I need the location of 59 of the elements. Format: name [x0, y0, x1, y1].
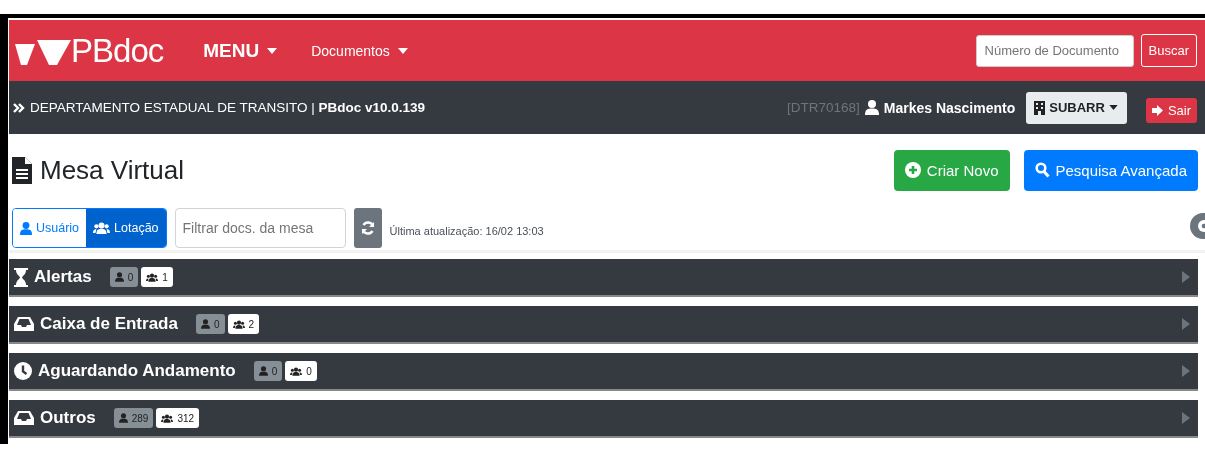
inbox-icon [14, 317, 34, 331]
menu-dropdown[interactable]: MENU [203, 39, 278, 62]
advanced-search-button[interactable]: Pesquisa Avançada [1023, 149, 1198, 191]
section-title: Caixa de Entrada [40, 314, 178, 334]
section-header[interactable]: Caixa de Entrada 0 2 [9, 306, 1198, 344]
user-icon [118, 413, 128, 423]
user-icon [258, 366, 268, 376]
section-header[interactable]: Alertas 0 1 [9, 259, 1198, 297]
user-count-badge: 289 [113, 408, 154, 428]
section-title: Alertas [34, 267, 92, 287]
unit-count-badge: 2 [227, 314, 260, 334]
users-icon [161, 413, 174, 423]
section-header[interactable]: Outros 289 312 [9, 400, 1198, 438]
settings-icon[interactable] [1190, 213, 1205, 239]
search-button[interactable]: Buscar [1140, 34, 1197, 67]
document-icon [12, 156, 32, 184]
clock-icon [14, 362, 32, 380]
caret-icon [1108, 105, 1118, 110]
breadcrumb-text: DEPARTAMENTO ESTADUAL DE TRANSITO | PBdoc v10.0.139 [30, 100, 426, 115]
document-number-field[interactable]: Número de Documento [975, 34, 1134, 67]
filter-field[interactable]: Filtrar docs. da mesa [174, 208, 346, 248]
user-icon [200, 319, 210, 329]
section-title: Aguardando Andamento [38, 361, 236, 381]
users-icon [146, 272, 159, 282]
unit-count-badge: 312 [156, 408, 200, 428]
search-icon [1034, 162, 1050, 178]
page-title: Mesa Virtual [40, 154, 185, 186]
refresh-icon [360, 221, 375, 235]
refresh-button[interactable] [353, 208, 382, 248]
menu-dropdown[interactable]: Documentos [311, 42, 408, 59]
inbox-icon [14, 411, 34, 425]
section-title: Outros [40, 408, 96, 428]
unit-count-badge: 0 [285, 361, 317, 381]
building-icon [1034, 100, 1046, 115]
user-count-badge: 0 [195, 314, 225, 334]
unit-toggle[interactable]: Lotação [86, 209, 166, 247]
caret-icon [397, 47, 408, 54]
unit-count-badge: 1 [141, 267, 173, 287]
user-code: [DTR70168] [786, 100, 860, 115]
user-icon [114, 272, 124, 282]
section-header[interactable]: Aguardando Andamento 0 0 [9, 353, 1198, 391]
logo-text: PBdoc [71, 31, 164, 70]
plus-circle-icon [904, 162, 921, 178]
hourglass-icon [14, 267, 28, 287]
user-count-badge: 0 [253, 361, 283, 381]
user-count-badge: 0 [109, 267, 139, 287]
caret-icon [267, 47, 278, 54]
create-button[interactable]: Criar Novo [893, 149, 1010, 191]
unit-dropdown[interactable]: SUBARR [1026, 91, 1127, 124]
users-icon [93, 222, 111, 234]
sign-out-icon [1151, 105, 1164, 116]
users-icon [290, 366, 303, 376]
logout-button[interactable]: Sair [1145, 98, 1197, 123]
user-icon [20, 221, 32, 235]
user-icon [864, 100, 879, 115]
last-update-text: Última atualização: 16/02 13:03 [389, 225, 544, 237]
user-name: Markes Nascimento [883, 99, 1016, 116]
double-chevron-icon [13, 102, 25, 113]
users-icon [232, 319, 245, 329]
